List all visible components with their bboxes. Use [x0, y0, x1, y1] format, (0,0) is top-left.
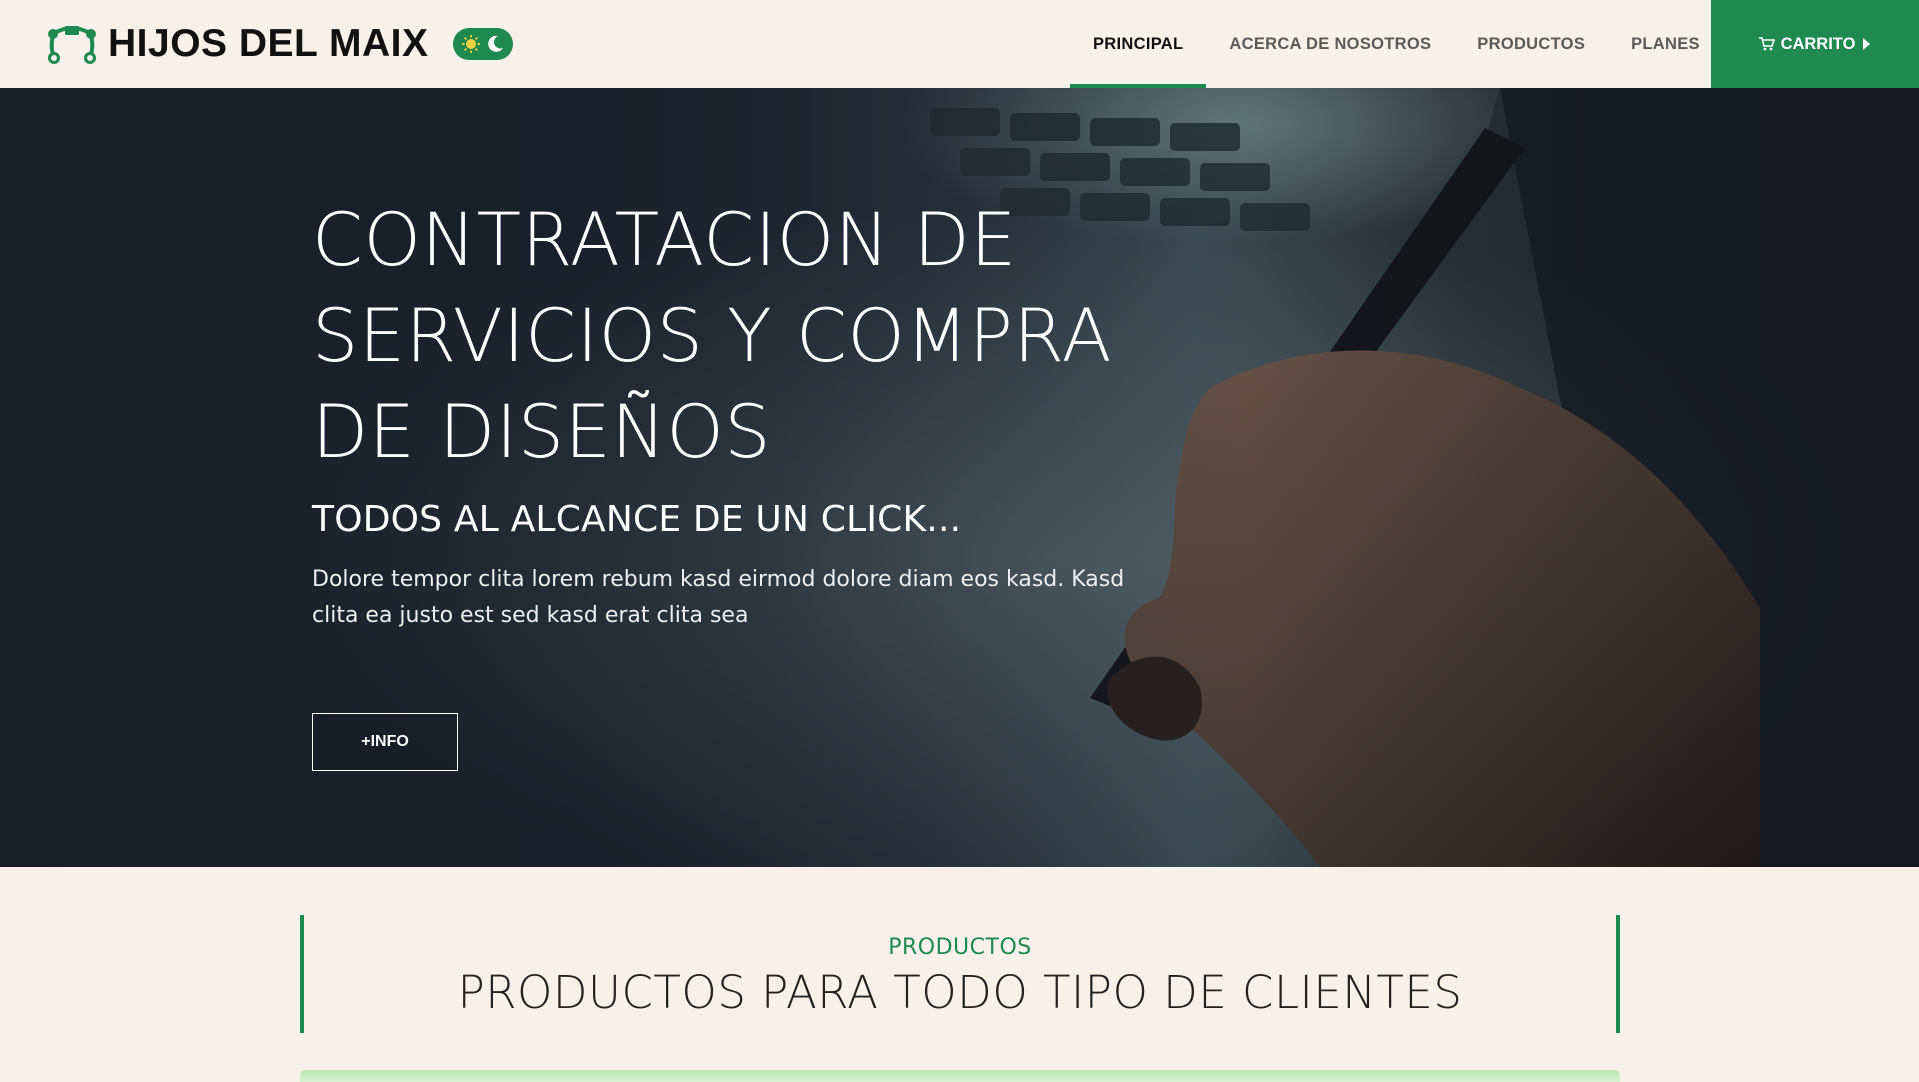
products-section-header: PRODUCTOS PRODUCTOS PARA TODO TIPO DE CL… [300, 915, 1620, 1033]
sun-icon [462, 35, 480, 53]
info-button[interactable]: +INFO [312, 713, 458, 771]
main-nav: PRINCIPAL ACERCA DE NOSOTROS PRODUCTOS P… [1070, 0, 1723, 88]
hero-section: CONTRATACION DE SERVICIOS Y COMPRA DE DI… [0, 88, 1919, 867]
section-title: PRODUCTOS PARA TODO TIPO DE CLIENTES [457, 966, 1463, 1019]
brand-name: HIJOS DEL MAIX [108, 22, 429, 65]
hero-subtitle: TODOS AL ALCANCE DE UN CLICK... [312, 499, 962, 540]
hero-description: Dolore tempor clita lorem rebum kasd eir… [312, 567, 1125, 628]
nav-link-planes[interactable]: PLANES [1608, 0, 1723, 88]
brand-link[interactable]: HIJOS DEL MAIX [46, 22, 429, 66]
theme-toggle[interactable] [453, 28, 513, 60]
section-eyebrow: PRODUCTOS [888, 935, 1032, 960]
hero-content: CONTRATACION DE SERVICIOS Y COMPRA DE DI… [312, 193, 1162, 634]
cart-button[interactable]: CARRITO [1711, 0, 1919, 88]
navbar: HIJOS DEL MAIX PRINCIPAL ACERCA DE NOSOT… [0, 0, 1919, 88]
vector-pen-icon [48, 26, 96, 64]
nav-link-principal[interactable]: PRINCIPAL [1070, 0, 1207, 88]
cart-icon [1758, 37, 1775, 51]
hero-title: CONTRATACION DE SERVICIOS Y COMPRA DE DI… [312, 198, 1113, 475]
cart-label: CARRITO [1780, 34, 1856, 53]
caret-right-icon [1863, 38, 1871, 50]
moon-icon [488, 35, 503, 52]
nav-link-productos[interactable]: PRODUCTOS [1454, 0, 1608, 88]
product-card-top [300, 1070, 1620, 1082]
nav-link-acerca[interactable]: ACERCA DE NOSOTROS [1206, 0, 1454, 88]
